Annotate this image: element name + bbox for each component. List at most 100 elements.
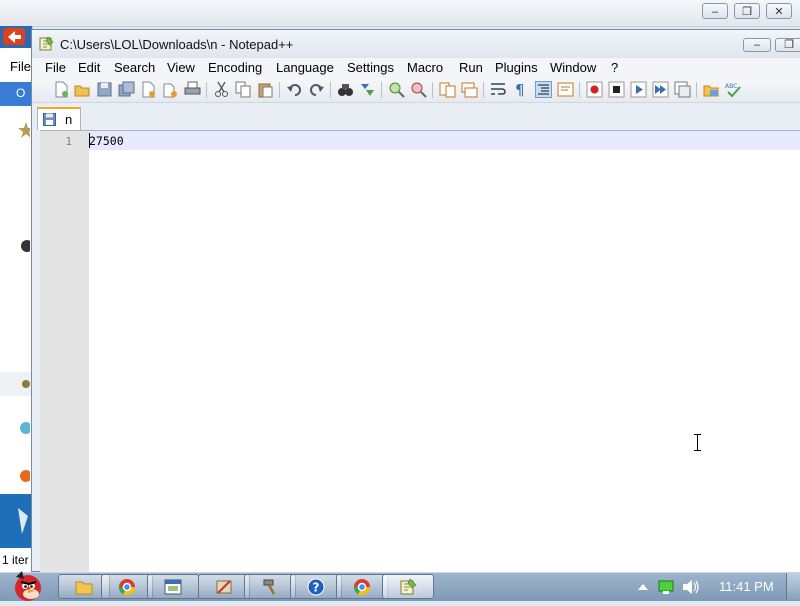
menu-window[interactable]: Window xyxy=(550,60,596,75)
taskbar: ? 11:41 PM xyxy=(0,569,800,603)
saved-file-icon xyxy=(43,113,56,126)
stop-macro-icon[interactable] xyxy=(608,81,625,98)
spell-check-icon[interactable]: ABC xyxy=(725,81,742,98)
show-hidden-icons-icon[interactable] xyxy=(637,582,649,592)
chrome-icon xyxy=(353,579,371,596)
toolbar-separator xyxy=(483,82,484,98)
folder-workspace-icon[interactable] xyxy=(703,81,720,98)
find-icon[interactable] xyxy=(337,81,354,98)
toolbar-separator xyxy=(381,82,382,98)
menu-search[interactable]: Search xyxy=(114,60,155,75)
menu-encoding[interactable]: Encoding xyxy=(208,60,262,75)
print-icon[interactable] xyxy=(184,81,201,98)
restore-button[interactable]: ❐ xyxy=(775,38,800,52)
background-window-titlebar: – ❐ ✕ xyxy=(0,0,800,27)
replace-icon[interactable] xyxy=(359,81,376,98)
editor-line-1[interactable]: 27500 xyxy=(89,134,124,148)
clock[interactable]: 11:41 PM xyxy=(719,579,774,594)
play-macro-icon[interactable] xyxy=(630,81,647,98)
taskbar-tools-app[interactable] xyxy=(198,574,250,599)
current-line-highlight xyxy=(89,131,800,150)
menu-edit[interactable]: Edit xyxy=(78,60,100,75)
hammer-icon xyxy=(263,579,276,595)
user-defined-language-icon[interactable] xyxy=(557,81,574,98)
editor-area[interactable]: 1 27500 xyxy=(40,130,800,574)
minimize-button[interactable]: – xyxy=(743,38,771,52)
cut-icon[interactable] xyxy=(213,81,230,98)
network-icon[interactable] xyxy=(658,579,674,595)
document-tab-strip: n xyxy=(32,103,800,130)
toolbar-separator xyxy=(279,82,280,98)
save-macro-icon[interactable] xyxy=(674,81,691,98)
menu-file[interactable]: File xyxy=(45,60,66,75)
zoom-in-icon[interactable] xyxy=(388,81,405,98)
background-toolbar-item[interactable] xyxy=(0,372,32,396)
indent-guide-icon[interactable] xyxy=(535,81,552,98)
menu-help[interactable]: ? xyxy=(611,60,618,75)
start-button[interactable] xyxy=(2,569,50,603)
run-macro-multiple-icon[interactable] xyxy=(652,81,669,98)
volume-icon[interactable] xyxy=(681,579,701,595)
angry-bird-icon xyxy=(15,571,41,601)
notepadpp-titlebar[interactable]: C:\Users\LOL\Downloads\n - Notepad++ – ❐ xyxy=(32,30,800,58)
text-caret xyxy=(89,133,90,148)
line-number-gutter: 1 xyxy=(40,131,89,574)
menu-view[interactable]: View xyxy=(167,60,195,75)
toolbar-separator xyxy=(330,82,331,98)
background-menu-file[interactable]: File xyxy=(0,56,32,76)
menu-bar: File Edit Search View Encoding Language … xyxy=(32,58,800,78)
close-file-icon[interactable] xyxy=(140,81,157,98)
background-minimize-button[interactable]: – xyxy=(702,3,728,19)
window-title: C:\Users\LOL\Downloads\n - Notepad++ xyxy=(60,37,294,52)
background-status-bar: 1 iter xyxy=(2,553,29,567)
menu-macro[interactable]: Macro xyxy=(407,60,443,75)
menu-language[interactable]: Language xyxy=(276,60,334,75)
menu-settings[interactable]: Settings xyxy=(347,60,394,75)
new-file-icon[interactable] xyxy=(53,81,70,98)
firefox-icon xyxy=(0,466,32,486)
background-tab[interactable]: O xyxy=(0,82,32,106)
redo-icon[interactable] xyxy=(308,81,325,98)
background-restore-button[interactable]: ❐ xyxy=(734,3,760,19)
window-app-icon xyxy=(164,579,182,595)
tab-n[interactable]: n xyxy=(37,107,81,130)
taskbar-hammer-app[interactable] xyxy=(244,574,296,599)
tab-label: n xyxy=(65,112,73,127)
show-all-characters-icon[interactable]: ¶ xyxy=(512,81,529,98)
save-all-icon[interactable] xyxy=(118,81,135,98)
show-desktop-button[interactable] xyxy=(786,573,800,600)
menu-run[interactable]: Run xyxy=(459,60,483,75)
chrome-icon xyxy=(118,579,136,596)
toolbar-separator xyxy=(432,82,433,98)
copy-icon[interactable] xyxy=(235,81,252,98)
taskbar-chrome-2[interactable] xyxy=(336,574,388,599)
taskbar-window-app[interactable] xyxy=(147,574,199,599)
menu-plugins[interactable]: Plugins xyxy=(495,60,538,75)
taskbar-chrome[interactable] xyxy=(101,574,153,599)
open-file-icon[interactable] xyxy=(74,81,91,98)
zoom-out-icon[interactable] xyxy=(410,81,427,98)
svg-text:ABC: ABC xyxy=(725,83,737,90)
close-all-icon[interactable] xyxy=(162,81,179,98)
word-wrap-icon[interactable] xyxy=(490,81,507,98)
background-window-pane: File O 1 iter xyxy=(0,26,34,572)
record-macro-icon[interactable] xyxy=(586,81,603,98)
sync-vertical-icon[interactable] xyxy=(439,81,456,98)
paste-icon[interactable] xyxy=(257,81,274,98)
taskbar-notepadpp[interactable] xyxy=(382,574,434,599)
save-icon[interactable] xyxy=(96,81,113,98)
undo-icon[interactable] xyxy=(286,81,303,98)
background-promo-panel xyxy=(0,494,32,548)
help-icon: ? xyxy=(307,578,325,596)
toolbar-separator xyxy=(696,82,697,98)
svg-text:?: ? xyxy=(313,581,320,595)
background-close-button[interactable]: ✕ xyxy=(766,3,792,19)
star-icon xyxy=(0,120,34,140)
svg-text:¶: ¶ xyxy=(515,81,525,98)
globe-icon xyxy=(0,418,32,438)
notepadpp-app-icon xyxy=(39,36,54,51)
notepadpp-icon xyxy=(400,578,417,595)
sync-horizontal-icon[interactable] xyxy=(461,81,478,98)
toolbar-separator xyxy=(579,82,580,98)
taskbar-help[interactable]: ? xyxy=(290,574,342,599)
